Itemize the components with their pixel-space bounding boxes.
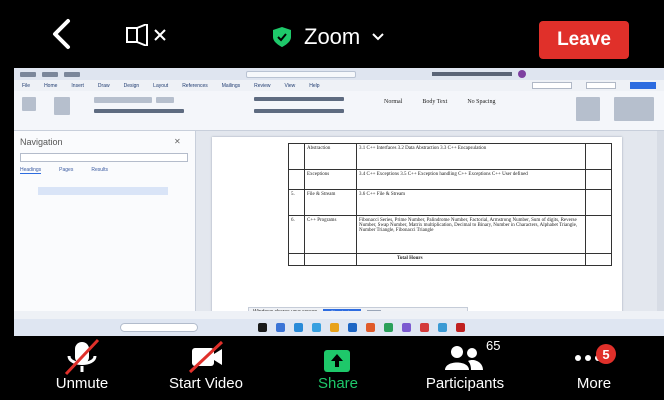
word-search-box (246, 70, 356, 78)
table-row: Abstraction 3.1 C++ Interfaces 3.2 Data … (288, 143, 612, 170)
participants-button[interactable]: 65 Participants (410, 336, 520, 400)
table-row: Total Hours (288, 253, 612, 266)
microphone-muted-icon (64, 338, 100, 376)
speaker-muted-icon[interactable] (125, 24, 171, 46)
participants-label: Participants (425, 375, 505, 392)
encryption-shield-icon (273, 27, 291, 47)
style-normal: Normal (384, 99, 403, 105)
table-row: 5. File & Stream 3.6 C++ File & Stream (288, 189, 612, 216)
shared-screen: File Home Insert Draw Design Layout References… (14, 68, 664, 336)
notification-badge: 5 (596, 344, 616, 364)
taskbar-icons (258, 323, 465, 332)
chevron-down-icon (372, 33, 384, 41)
participants-icon (445, 346, 483, 370)
meeting-title[interactable]: Zoom (272, 22, 384, 52)
start-video-button[interactable]: Start Video (156, 336, 256, 400)
app-title: Zoom (304, 24, 361, 49)
navigation-search (20, 153, 188, 162)
nav-tab-pages: Pages (59, 167, 74, 173)
taskbar-search (120, 323, 198, 332)
nav-tab-headings: Headings (20, 167, 42, 174)
avatar (518, 70, 526, 78)
table-row: 6. C++ Programs Fibonacci Series, Prime … (288, 215, 612, 254)
document-area: Abstraction 3.1 C++ Interfaces 3.2 Data … (196, 131, 664, 321)
zoom-top-bar: Zoom Leave (0, 0, 664, 68)
nav-selected-heading (38, 187, 168, 195)
start-video-label: Start Video (169, 375, 243, 392)
share-icon (324, 350, 350, 372)
word-status-bar (14, 311, 664, 319)
word-title-bar (14, 68, 664, 80)
leave-button[interactable]: Leave (539, 21, 629, 59)
style-body-text: Body Text (422, 99, 448, 105)
more-button[interactable]: 5 More (566, 336, 622, 400)
document-scrollbar (657, 131, 664, 321)
windows-taskbar (14, 319, 664, 336)
zoom-bottom-bar: Unmute Start Video Share 65 Participants… (0, 336, 664, 400)
word-ribbon: Normal Body Text No Spacing (14, 91, 664, 131)
more-label: More (576, 375, 612, 392)
video-off-icon (188, 340, 224, 374)
unmute-button[interactable]: Unmute (32, 336, 132, 400)
nav-tab-results: Results (91, 167, 109, 173)
back-chevron-icon[interactable] (48, 18, 76, 50)
participants-count: 65 (486, 338, 501, 353)
close-icon: ✕ (174, 137, 181, 146)
table-row: Exceptions 3.4 C++ Exceptions 3.5 C++ Ex… (288, 169, 612, 190)
word-menu-bar: File Home Insert Draw Design Layout References… (14, 80, 664, 91)
unmute-label: Unmute (55, 375, 109, 392)
navigation-pane: Navigation ✕ Headings Pages Results (14, 131, 196, 321)
share-label: Share (317, 375, 359, 392)
style-no-spacing: No Spacing (467, 99, 496, 105)
syllabus-table: Abstraction 3.1 C++ Interfaces 3.2 Data … (288, 143, 612, 266)
document-page: Abstraction 3.1 C++ Interfaces 3.2 Data … (212, 137, 622, 321)
navigation-title: Navigation (20, 137, 63, 147)
share-button[interactable]: Share (308, 336, 368, 400)
